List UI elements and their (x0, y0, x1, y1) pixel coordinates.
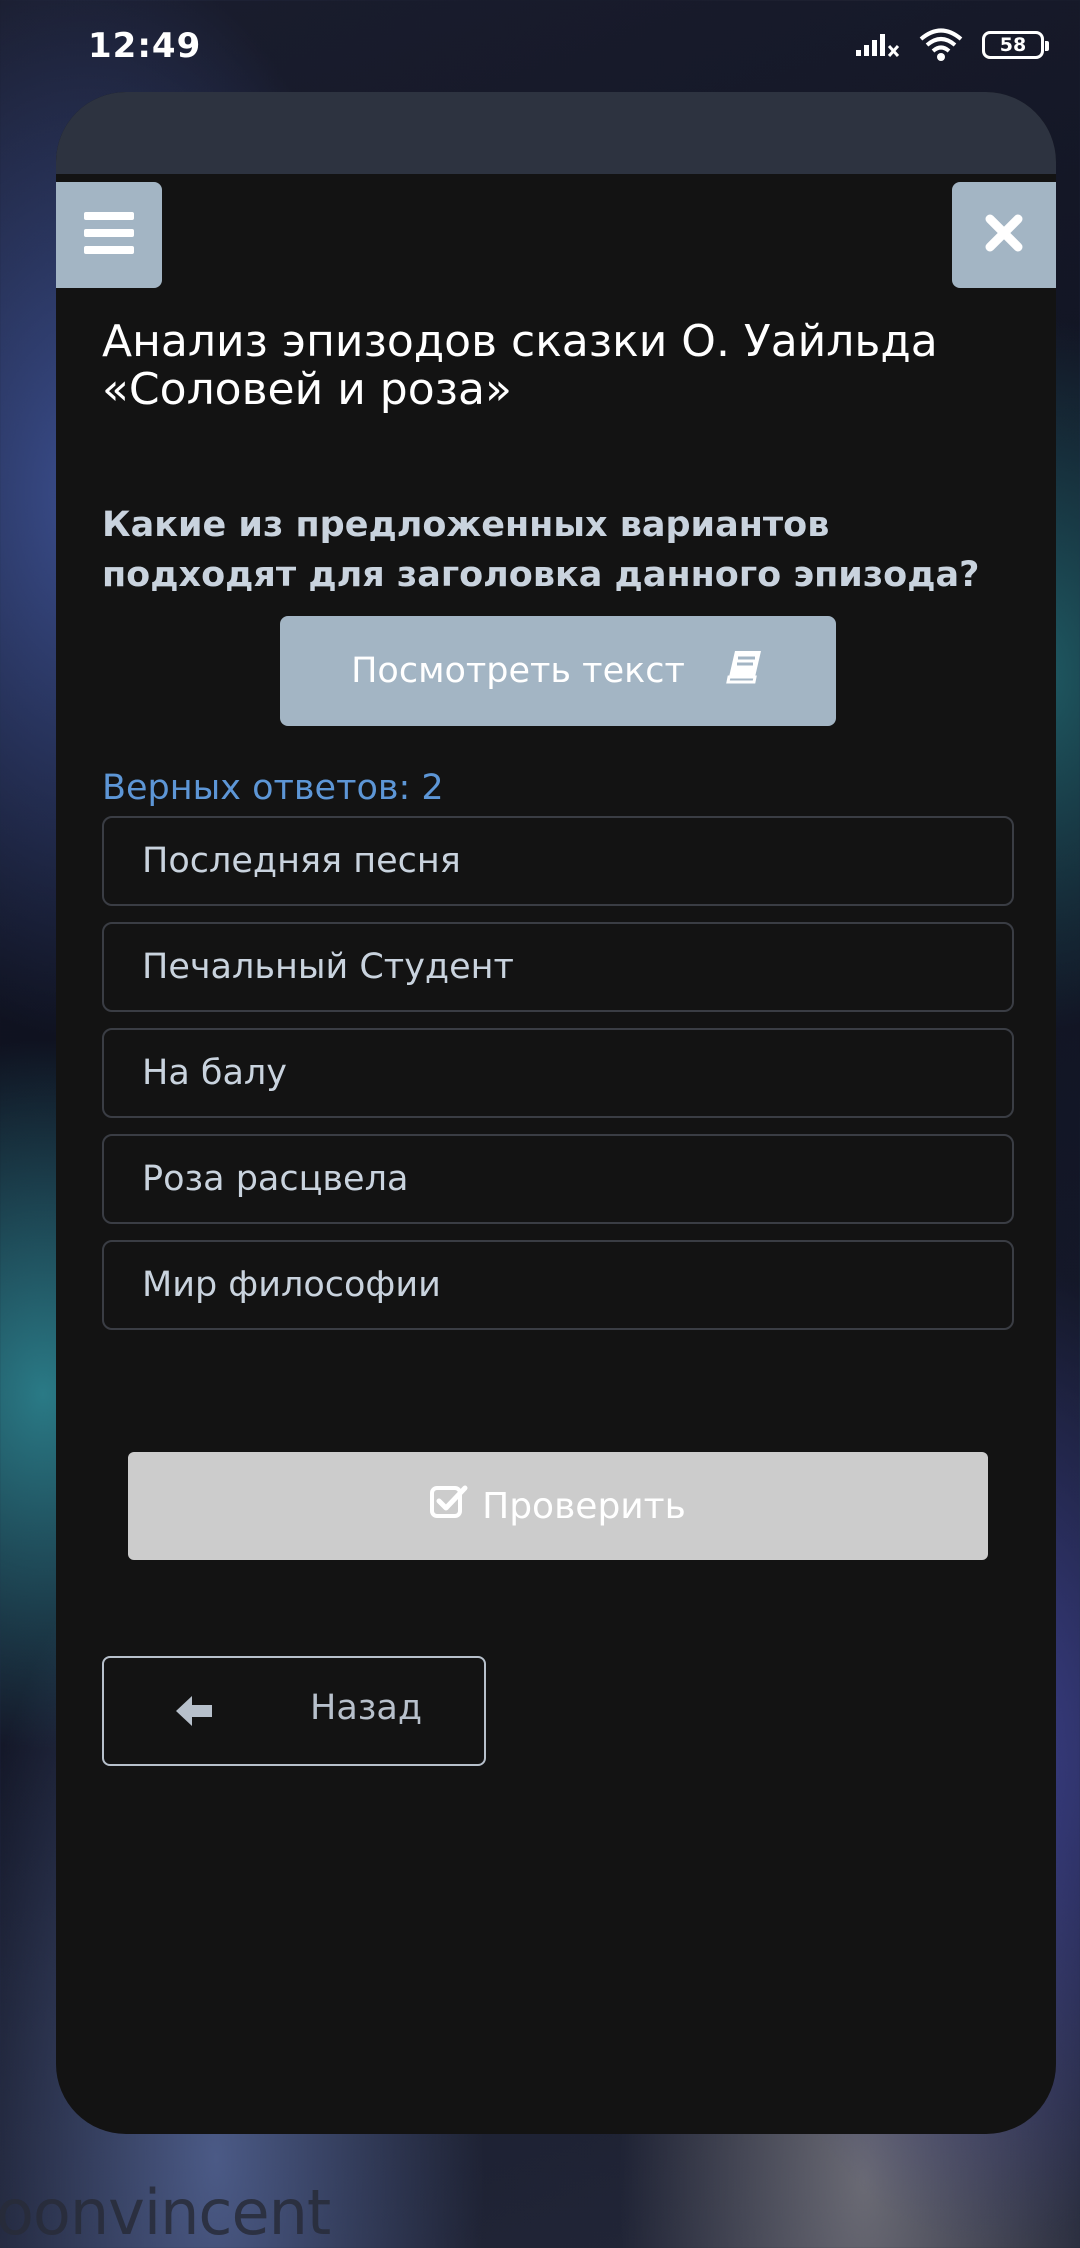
battery-level: 58 (999, 34, 1027, 56)
check-button[interactable]: Проверить (128, 1452, 988, 1560)
status-bar: 12:49 58 (0, 0, 1080, 96)
view-text-button[interactable]: Посмотреть текст (280, 616, 836, 726)
signal-icon (856, 30, 900, 60)
hamburger-icon (84, 212, 134, 258)
book-icon (725, 649, 765, 694)
status-icons: 58 (856, 28, 1049, 62)
page-title: Анализ эпизодов сказки О. Уайльда «Солов… (102, 316, 938, 415)
question-text: Какие из предложенных вариантов подходят… (102, 505, 980, 595)
menu-button[interactable] (56, 182, 162, 288)
view-text-label: Посмотреть текст (351, 651, 685, 691)
answer-option[interactable]: Последняя песня (102, 816, 1014, 906)
card-top-bar (56, 92, 1056, 174)
close-icon (984, 213, 1024, 257)
check-button-label: Проверить (482, 1485, 686, 1527)
back-button[interactable]: Назад (102, 1656, 486, 1766)
answer-option-label: Мир философии (142, 1265, 441, 1305)
battery-icon: 58 (982, 31, 1049, 59)
answer-option-label: На балу (142, 1053, 288, 1093)
quiz-card: Анализ эпизодов сказки О. Уайльда «Солов… (56, 92, 1056, 2134)
answer-option[interactable]: На балу (102, 1028, 1014, 1118)
back-button-label: Назад (310, 1688, 423, 1728)
status-time: 12:49 (88, 26, 202, 66)
watermark: oonvincent (0, 2176, 331, 2248)
answer-option[interactable]: Мир философии (102, 1240, 1014, 1330)
answer-option-label: Печальный Студент (142, 947, 514, 987)
close-button[interactable] (952, 182, 1056, 288)
arrow-left-icon (174, 1694, 214, 1737)
answer-options: Последняя песня Печальный Студент На бал… (102, 816, 1014, 1330)
correct-answers-count: Верных ответов: 2 (102, 768, 444, 808)
answer-option-label: Роза расцвела (142, 1159, 409, 1199)
checkbox-icon (430, 1484, 468, 1529)
answer-option[interactable]: Печальный Студент (102, 922, 1014, 1012)
wifi-icon (918, 28, 964, 62)
answer-option-label: Последняя песня (142, 841, 461, 881)
answer-option[interactable]: Роза расцвела (102, 1134, 1014, 1224)
